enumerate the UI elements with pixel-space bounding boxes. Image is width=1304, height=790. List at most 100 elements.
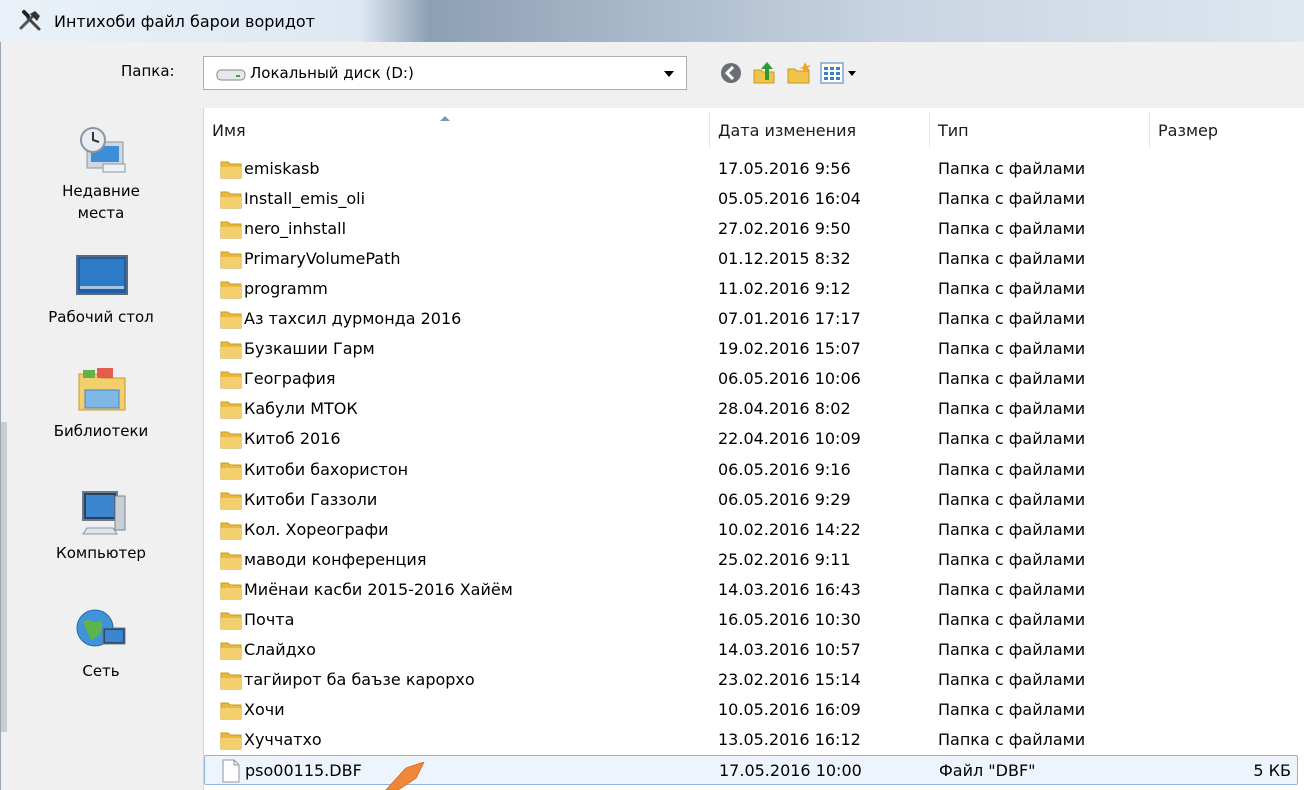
place-recent[interactable]: Недавние места bbox=[1, 120, 201, 224]
network-icon bbox=[76, 609, 126, 647]
drive-icon bbox=[216, 69, 246, 81]
column-header-type[interactable]: Тип bbox=[930, 112, 1150, 148]
column-header-row: Имя Дата изменения Тип Размер bbox=[204, 112, 1304, 148]
folder-row[interactable]: Китоби бахористон 06.05.2016 9:16 Папка с … bbox=[204, 455, 1298, 485]
file-date: 06.05.2016 10:06 bbox=[718, 369, 861, 389]
folder-row[interactable]: География 06.05.2016 10:06 Папка с файлами bbox=[204, 364, 1298, 394]
column-header-name[interactable]: Имя bbox=[204, 112, 710, 148]
file-name: маводи конференция bbox=[244, 549, 427, 569]
file-date: 10.05.2016 16:09 bbox=[718, 699, 861, 719]
folder-dropdown-value: Локальный диск (D:) bbox=[250, 64, 414, 82]
file-type: Папка с файлами bbox=[938, 549, 1086, 569]
file-name: тагйирот ба баъзе карорхо bbox=[244, 669, 475, 689]
folder-bar: Папка: Локальный диск (D:) bbox=[1, 42, 1304, 102]
folder-row[interactable]: Миёнаи касби 2015-2016 Хайём 14.03.2016 1… bbox=[204, 575, 1298, 605]
file-type: Папка с файлами bbox=[938, 309, 1086, 329]
place-desktop-label: Рабочий стол bbox=[48, 308, 154, 326]
folder-row[interactable]: Install_emis_oli 05.05.2016 16:04 Папка с … bbox=[204, 184, 1298, 214]
file-type: Папка с файлами bbox=[938, 369, 1086, 389]
folder-row[interactable]: тагйирот ба баъзе карорхо 23.02.2016 15:1… bbox=[204, 665, 1298, 695]
file-type: Папка с файлами bbox=[938, 519, 1086, 539]
column-header-date-label: Дата изменения bbox=[718, 121, 857, 140]
file-name: Install_emis_oli bbox=[244, 189, 366, 209]
file-name: Китоби бахористон bbox=[244, 459, 409, 479]
file-name: Кабули МТОК bbox=[244, 399, 358, 419]
folder-row[interactable]: Кол. Хореографи 10.02.2016 14:22 Папка с ф… bbox=[204, 515, 1298, 545]
view-menu-icon[interactable] bbox=[819, 60, 859, 86]
file-date: 22.04.2016 10:09 bbox=[718, 429, 861, 449]
file-date: 01.12.2015 8:32 bbox=[718, 249, 851, 269]
folder-row[interactable]: Слайдхо 14.03.2016 10:57 Папка с файлами bbox=[204, 635, 1298, 665]
file-row-selected[interactable]: pso00115.DBF 17.05.2016 10:00 Файл "DBF" 5 … bbox=[204, 755, 1298, 785]
file-name: nero_inhstall bbox=[244, 219, 347, 239]
file-date: 17.05.2016 10:00 bbox=[719, 761, 862, 780]
file-name: Слайдхо bbox=[244, 639, 316, 659]
folder-row[interactable]: Почта 16.05.2016 10:30 Папка с файлами bbox=[204, 605, 1298, 635]
place-computer[interactable]: Компьютер bbox=[1, 482, 201, 564]
file-name: Бузкашии Гарм bbox=[244, 339, 375, 359]
file-type: Файл "DBF" bbox=[939, 761, 1036, 780]
new-folder-icon[interactable] bbox=[785, 60, 813, 86]
file-type: Папка с файлами bbox=[938, 729, 1086, 749]
file-type: Папка с файлами bbox=[938, 219, 1086, 239]
folder-row[interactable]: Китоби Газзоли 06.05.2016 9:29 Папка с фай… bbox=[204, 485, 1298, 515]
file-type: Папка с файлами bbox=[938, 579, 1086, 599]
folder-icon bbox=[220, 522, 242, 540]
file-date: 16.05.2016 10:30 bbox=[718, 609, 861, 629]
place-libraries[interactable]: Библиотеки bbox=[1, 360, 201, 442]
folder-dropdown[interactable]: Локальный диск (D:) bbox=[203, 56, 687, 90]
up-folder-icon[interactable] bbox=[751, 60, 777, 86]
file-name: Хочи bbox=[244, 699, 285, 719]
folder-icon bbox=[220, 191, 242, 209]
file-name: Китоб 2016 bbox=[244, 429, 341, 449]
chevron-down-icon[interactable] bbox=[664, 71, 674, 77]
file-icon bbox=[222, 759, 240, 783]
file-list[interactable]: Имя Дата изменения Тип Размер emiskasb 17… bbox=[203, 108, 1304, 790]
file-date: 11.02.2016 9:12 bbox=[718, 279, 851, 299]
file-date: 07.01.2016 17:17 bbox=[718, 309, 861, 329]
folder-row[interactable]: nero_inhstall 27.02.2016 9:50 Папка с файл… bbox=[204, 214, 1298, 244]
folder-row[interactable]: Хуччатхо 13.05.2016 16:12 Папка с файлами bbox=[204, 725, 1298, 755]
file-name: pso00115.DBF bbox=[245, 761, 362, 780]
file-date: 10.02.2016 14:22 bbox=[718, 519, 861, 539]
file-name: Китоби Газзоли bbox=[244, 489, 378, 509]
folder-icon bbox=[220, 371, 242, 389]
desktop-icon bbox=[76, 255, 128, 295]
place-network-label: Сеть bbox=[82, 662, 120, 680]
place-computer-label: Компьютер bbox=[56, 544, 146, 562]
file-date: 14.03.2016 16:43 bbox=[718, 579, 861, 599]
place-network[interactable]: Сеть bbox=[1, 600, 201, 682]
column-header-size[interactable]: Размер bbox=[1150, 112, 1304, 148]
folder-icon bbox=[220, 401, 242, 419]
place-recent-label-2: места bbox=[77, 204, 125, 222]
file-name: emiskasb bbox=[244, 159, 320, 178]
file-type: Папка с файлами bbox=[938, 609, 1086, 629]
folder-row[interactable]: Бузкашии Гарм 19.02.2016 15:07 Папка с фай… bbox=[204, 334, 1298, 364]
folder-icon bbox=[220, 462, 242, 479]
places-bar: Недавние места Рабочий стол Библиотеки К… bbox=[1, 110, 201, 790]
file-name: programm bbox=[244, 279, 328, 299]
file-type: Папка с файлами bbox=[938, 699, 1086, 719]
place-desktop[interactable]: Рабочий стол bbox=[1, 246, 201, 328]
column-header-date[interactable]: Дата изменения bbox=[710, 112, 930, 148]
folder-icon bbox=[220, 492, 242, 510]
folder-row[interactable]: Хочи 10.05.2016 16:09 Папка с файлами bbox=[204, 695, 1298, 725]
folder-row[interactable]: programm 11.02.2016 9:12 Папка с файлами bbox=[204, 274, 1298, 304]
folder-row[interactable]: Китоб 2016 22.04.2016 10:09 Папка с файлам… bbox=[204, 424, 1298, 454]
column-header-size-label: Размер bbox=[1158, 121, 1219, 140]
back-icon[interactable] bbox=[719, 60, 743, 86]
title-bar[interactable]: Интихоби файл барои воридот bbox=[0, 0, 1304, 42]
folder-row[interactable]: Аз тахсил дурмонда 2016 07.01.2016 17:17 П… bbox=[204, 304, 1298, 334]
folder-row[interactable]: PrimaryVolumePath 01.12.2015 8:32 Папка с … bbox=[204, 244, 1298, 274]
folder-icon bbox=[220, 552, 242, 570]
folder-row[interactable]: маводи конференция 25.02.2016 9:11 Папка с… bbox=[204, 545, 1298, 575]
folder-icon bbox=[220, 161, 242, 179]
folder-row[interactable]: emiskasb 17.05.2016 9:56 Папка с файлами bbox=[204, 154, 1298, 184]
computer-icon bbox=[82, 491, 126, 535]
folder-icon bbox=[220, 281, 242, 299]
tools-icon bbox=[19, 10, 41, 31]
file-type: Папка с файлами bbox=[938, 489, 1086, 509]
folder-row[interactable]: Кабули МТОК 28.04.2016 8:02 Папка с файлам… bbox=[204, 394, 1298, 424]
file-type: Папка с файлами bbox=[938, 279, 1086, 299]
file-date: 06.05.2016 9:29 bbox=[718, 489, 851, 509]
